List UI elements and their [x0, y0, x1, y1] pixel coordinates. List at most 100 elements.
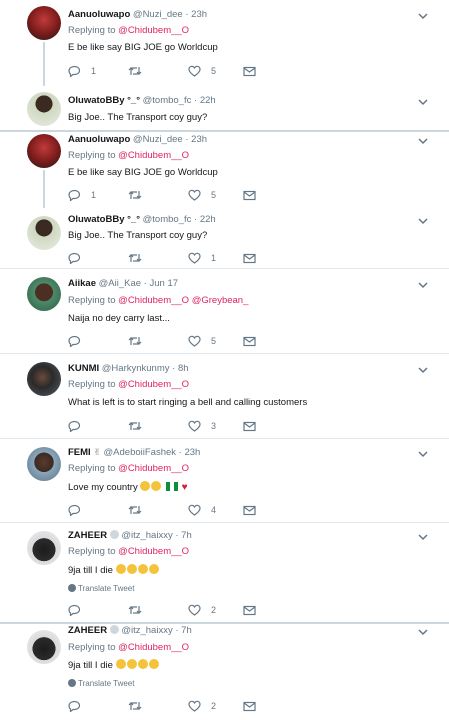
action-bar: 5 [68, 334, 268, 348]
tweet[interactable]: ZAHEER @itz_haixxy · 7h Replying to @Chi… [0, 624, 449, 720]
retweet-button[interactable] [128, 334, 152, 348]
handle[interactable]: @itz_haixxy [121, 530, 172, 541]
tweet[interactable]: OluwatoBBy °_° @tombo_fc · 22h Big Joe..… [0, 86, 449, 130]
handle[interactable]: @tombo_fc [143, 214, 192, 225]
tweet[interactable]: KUNMI @Harkynkunmy · 8h Replying to @Chi… [0, 354, 449, 438]
mention-link-2[interactable]: @Greybean_ [192, 295, 249, 306]
reply-button[interactable]: 1 [68, 64, 96, 78]
timestamp[interactable]: 23h [191, 134, 207, 145]
mention-link[interactable]: @Chidubem__O [118, 150, 189, 161]
dm-button[interactable] [243, 64, 256, 78]
chevron-down-icon[interactable] [417, 215, 429, 227]
retweet-button[interactable] [128, 188, 152, 202]
timestamp[interactable]: 7h [181, 530, 192, 541]
retweet-button[interactable] [128, 503, 152, 517]
reply-button[interactable] [68, 699, 91, 713]
tweet[interactable]: Aanuoluwapo @Nuzi_dee · 23h Replying to … [0, 132, 449, 214]
translate-tweet-link[interactable]: Translate Tweet [68, 584, 134, 593]
retweet-button[interactable] [128, 64, 152, 78]
tweet[interactable]: Aanuoluwapo @Nuzi_dee · 23h Replying to … [0, 0, 449, 88]
timestamp[interactable]: 7h [181, 625, 192, 636]
mention-link[interactable]: @Chidubem__O [118, 642, 189, 653]
like-button[interactable]: 2 [188, 699, 216, 713]
like-button[interactable]: 3 [188, 419, 216, 433]
chevron-down-icon[interactable] [417, 10, 429, 22]
dm-button[interactable] [243, 699, 256, 713]
chevron-down-icon[interactable] [417, 626, 429, 638]
avatar[interactable] [27, 277, 61, 311]
chevron-down-icon[interactable] [417, 135, 429, 147]
handle[interactable]: @Aii_Kae [99, 278, 141, 289]
chevron-down-icon[interactable] [417, 279, 429, 291]
like-button[interactable]: 5 [188, 188, 216, 202]
handle[interactable]: @tombo_fc [143, 95, 192, 106]
like-button[interactable]: 5 [188, 334, 216, 348]
mention-link[interactable]: @Chidubem__O [118, 463, 189, 474]
handle[interactable]: @AdeboiiFashek [104, 447, 177, 458]
reply-button[interactable] [68, 251, 91, 265]
dm-button[interactable] [243, 251, 256, 265]
tweet[interactable]: OluwatoBBy °_° @tombo_fc · 22h Big Joe..… [0, 208, 449, 268]
handle[interactable]: @Nuzi_dee [133, 134, 183, 145]
reply-button[interactable] [68, 419, 91, 433]
dm-button[interactable] [243, 188, 256, 202]
avatar[interactable] [27, 630, 61, 664]
handle[interactable]: @Harkynkunmy [102, 363, 170, 374]
display-name[interactable]: Aiikae [68, 278, 96, 289]
chevron-down-icon[interactable] [417, 531, 429, 543]
avatar[interactable] [27, 216, 61, 250]
chevron-down-icon[interactable] [417, 448, 429, 460]
chevron-down-icon[interactable] [417, 96, 429, 108]
retweet-button[interactable] [128, 419, 152, 433]
mention-link[interactable]: @Chidubem__O [118, 25, 189, 36]
like-button[interactable]: 4 [188, 503, 216, 517]
tweet-text: E be like say BIG JOE go Worldcup [68, 42, 218, 53]
display-name[interactable]: ZAHEER [68, 625, 107, 636]
dm-button[interactable] [243, 603, 256, 617]
display-name[interactable]: OluwatoBBy °_° [68, 95, 140, 106]
retweet-button[interactable] [128, 699, 152, 713]
display-name[interactable]: Aanuoluwapo [68, 9, 130, 20]
tweet[interactable]: Aiikae @Aii_Kae · Jun 17 Replying to @Ch… [0, 269, 449, 353]
display-name[interactable]: Aanuoluwapo [68, 134, 130, 145]
like-button[interactable]: 1 [188, 251, 216, 265]
avatar[interactable] [27, 362, 61, 396]
avatar[interactable] [27, 447, 61, 481]
dm-button[interactable] [243, 419, 256, 433]
dm-button[interactable] [243, 503, 256, 517]
mention-link[interactable]: @Chidubem__O [118, 379, 189, 390]
dm-icon [243, 253, 256, 263]
mention-link[interactable]: @Chidubem__O [118, 546, 189, 557]
timestamp[interactable]: 8h [178, 363, 189, 374]
reply-button[interactable] [68, 334, 91, 348]
chevron-down-icon[interactable] [417, 364, 429, 376]
timestamp[interactable]: 23h [191, 9, 207, 20]
display-name[interactable]: FEMI [68, 447, 91, 458]
display-name[interactable]: KUNMI [68, 363, 99, 374]
mention-link[interactable]: @Chidubem__O [118, 295, 189, 306]
timestamp[interactable]: 22h [200, 95, 216, 106]
reply-button[interactable]: 1 [68, 188, 96, 202]
display-name[interactable]: OluwatoBBy °_° [68, 214, 140, 225]
retweet-button[interactable] [128, 251, 152, 265]
timestamp[interactable]: 22h [200, 214, 216, 225]
replying-to: Replying to @Chidubem__O [68, 642, 190, 653]
avatar[interactable] [27, 134, 61, 168]
tweet[interactable]: FEMI ✌ @AdeboiiFashek · 23h Replying to … [0, 439, 449, 522]
avatar[interactable] [27, 92, 61, 126]
handle[interactable]: @itz_haixxy [121, 625, 172, 636]
timestamp[interactable]: 23h [184, 447, 200, 458]
avatar[interactable] [27, 6, 61, 40]
like-button[interactable]: 2 [188, 603, 216, 617]
timestamp[interactable]: Jun 17 [149, 278, 178, 289]
dm-button[interactable] [243, 334, 256, 348]
reply-button[interactable] [68, 503, 91, 517]
reply-button[interactable] [68, 603, 91, 617]
like-button[interactable]: 5 [188, 64, 216, 78]
tweet[interactable]: ZAHEER @itz_haixxy · 7h Replying to @Chi… [0, 523, 449, 622]
translate-tweet-link[interactable]: Translate Tweet [68, 679, 134, 688]
handle[interactable]: @Nuzi_dee [133, 9, 183, 20]
avatar[interactable] [27, 531, 61, 565]
display-name[interactable]: ZAHEER [68, 530, 107, 541]
retweet-button[interactable] [128, 603, 152, 617]
